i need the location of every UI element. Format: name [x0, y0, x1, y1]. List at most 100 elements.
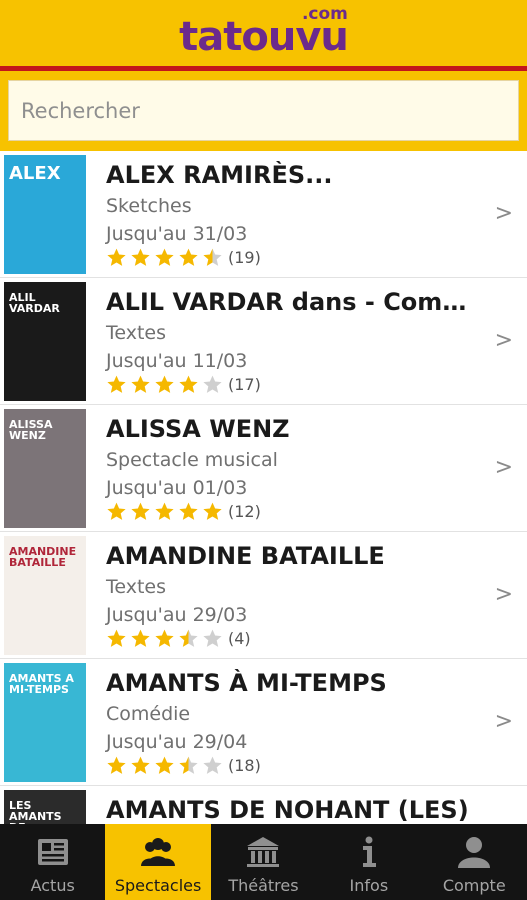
tab-actus[interactable]: Actus: [0, 824, 105, 900]
show-poster: ALIL VARDAR: [4, 282, 86, 401]
tab-spectacles[interactable]: Spectacles: [105, 824, 211, 900]
show-genre: Spectacle musical: [106, 449, 278, 471]
tab-label: Théâtres: [228, 876, 299, 895]
show-poster: LES AMANTS DE NOHANT: [4, 790, 86, 824]
chevron-right-icon[interactable]: >: [495, 201, 513, 226]
star-full-icon: [155, 756, 174, 774]
star-full-icon: [155, 629, 174, 647]
tab-label: Spectacles: [114, 876, 202, 895]
poster-title-text: AMANTS A MI-TEMPS: [9, 672, 74, 696]
show-list-item[interactable]: LES AMANTS DE NOHANT AMANTS DE NOHANT (LE…: [0, 786, 527, 824]
star-full-icon: [107, 629, 126, 647]
show-genre: Comédie: [106, 703, 191, 725]
star-full-icon: [107, 375, 126, 393]
show-list-item[interactable]: AMANDINE BATAILLE AMANDINE BATAILLE Textes…: [0, 532, 527, 659]
poster-title-text: ALIL VARDAR: [9, 291, 60, 315]
star-half-icon: [179, 756, 198, 774]
audience-icon: [141, 838, 176, 866]
poster-title-text: AMANDINE BATAILLE: [9, 545, 77, 569]
logo-suffix-text: .com: [301, 4, 348, 24]
poster-title-text: LES AMANTS DE NOHANT: [9, 799, 62, 824]
show-list-item[interactable]: ALEX ALEX RAMIRÈS... Sketches Jusqu'au 31/0…: [0, 151, 527, 278]
show-list-item[interactable]: ALISSA WENZ ALISSA WENZ Spectacle musical J…: [0, 405, 527, 532]
show-title: ALIL VARDAR dans - Commen...: [106, 288, 491, 316]
show-title: ALEX RAMIRÈS...: [106, 161, 333, 189]
show-end-date: Jusqu'au 01/03: [106, 477, 248, 499]
app-logo[interactable]: tatouvu .com: [179, 4, 349, 60]
star-full-icon: [107, 502, 126, 520]
show-end-date: Jusqu'au 31/03: [106, 223, 248, 245]
poster-title-text: ALISSA WENZ: [9, 418, 53, 442]
chevron-right-icon[interactable]: >: [495, 582, 513, 607]
show-title: AMANDINE BATAILLE: [106, 542, 385, 570]
star-full-icon: [131, 248, 150, 266]
star-full-icon: [155, 502, 174, 520]
tab-label: Actus: [30, 876, 75, 895]
rating-stars: [106, 755, 226, 776]
chevron-right-icon[interactable]: >: [495, 709, 513, 734]
show-rating: (18): [106, 755, 261, 776]
show-rating: (4): [106, 628, 251, 649]
star-full-icon: [131, 502, 150, 520]
review-count: (12): [228, 502, 261, 521]
search-bar: [0, 71, 527, 151]
info-icon: [362, 836, 376, 867]
show-list-item[interactable]: ALIL VARDAR ALIL VARDAR dans - Commen... T…: [0, 278, 527, 405]
user-icon: [458, 837, 491, 868]
star-half-icon: [203, 248, 222, 266]
theater-building-icon: [247, 837, 280, 867]
show-rating: (19): [106, 247, 261, 268]
show-end-date: Jusqu'au 29/03: [106, 604, 248, 626]
show-title: AMANTS À MI-TEMPS: [106, 669, 387, 697]
star-empty-icon: [203, 629, 222, 647]
star-full-icon: [107, 248, 126, 266]
star-full-icon: [179, 502, 198, 520]
star-full-icon: [179, 375, 198, 393]
show-end-date: Jusqu'au 29/04: [106, 731, 248, 753]
show-end-date: Jusqu'au 11/03: [106, 350, 248, 372]
tab-label: Infos: [349, 876, 389, 895]
star-full-icon: [179, 248, 198, 266]
star-full-icon: [155, 248, 174, 266]
star-half-icon: [179, 629, 198, 647]
rating-stars: [106, 247, 226, 268]
review-count: (17): [228, 375, 261, 394]
tab-compte[interactable]: Compte: [422, 824, 527, 900]
show-title: AMANTS DE NOHANT (LES): [106, 796, 469, 824]
star-full-icon: [155, 375, 174, 393]
star-empty-icon: [203, 756, 222, 774]
show-rating: (17): [106, 374, 261, 395]
star-full-icon: [131, 375, 150, 393]
review-count: (18): [228, 756, 261, 775]
show-poster: AMANDINE BATAILLE: [4, 536, 86, 655]
shows-list[interactable]: ALEX ALEX RAMIRÈS... Sketches Jusqu'au 31/0…: [0, 151, 527, 824]
rating-stars: [106, 374, 226, 395]
star-empty-icon: [203, 375, 222, 393]
show-title: ALISSA WENZ: [106, 415, 290, 443]
app-header: tatouvu .com: [0, 0, 527, 66]
star-full-icon: [107, 756, 126, 774]
show-rating: (12): [106, 501, 261, 522]
star-full-icon: [131, 629, 150, 647]
tab-infos[interactable]: Infos: [316, 824, 421, 900]
chevron-right-icon[interactable]: >: [495, 455, 513, 480]
search-input[interactable]: [8, 80, 519, 141]
newspaper-icon: [37, 839, 68, 865]
poster-title-text: ALEX: [9, 163, 61, 184]
show-genre: Sketches: [106, 195, 192, 217]
review-count: (19): [228, 248, 261, 267]
review-count: (4): [228, 629, 251, 648]
rating-stars: [106, 501, 226, 522]
show-genre: Textes: [106, 576, 167, 598]
show-poster: ALISSA WENZ: [4, 409, 86, 528]
bottom-tab-bar: Actus Spectacles Théâtres Infos Compte: [0, 824, 527, 900]
show-poster: ALEX: [4, 155, 86, 274]
rating-stars: [106, 628, 226, 649]
show-poster: AMANTS A MI-TEMPS: [4, 663, 86, 782]
star-full-icon: [131, 756, 150, 774]
show-list-item[interactable]: AMANTS A MI-TEMPS AMANTS À MI-TEMPS Comédi…: [0, 659, 527, 786]
tab-label: Compte: [442, 876, 506, 895]
show-genre: Textes: [106, 322, 167, 344]
chevron-right-icon[interactable]: >: [495, 328, 513, 353]
tab-théâtres[interactable]: Théâtres: [211, 824, 316, 900]
